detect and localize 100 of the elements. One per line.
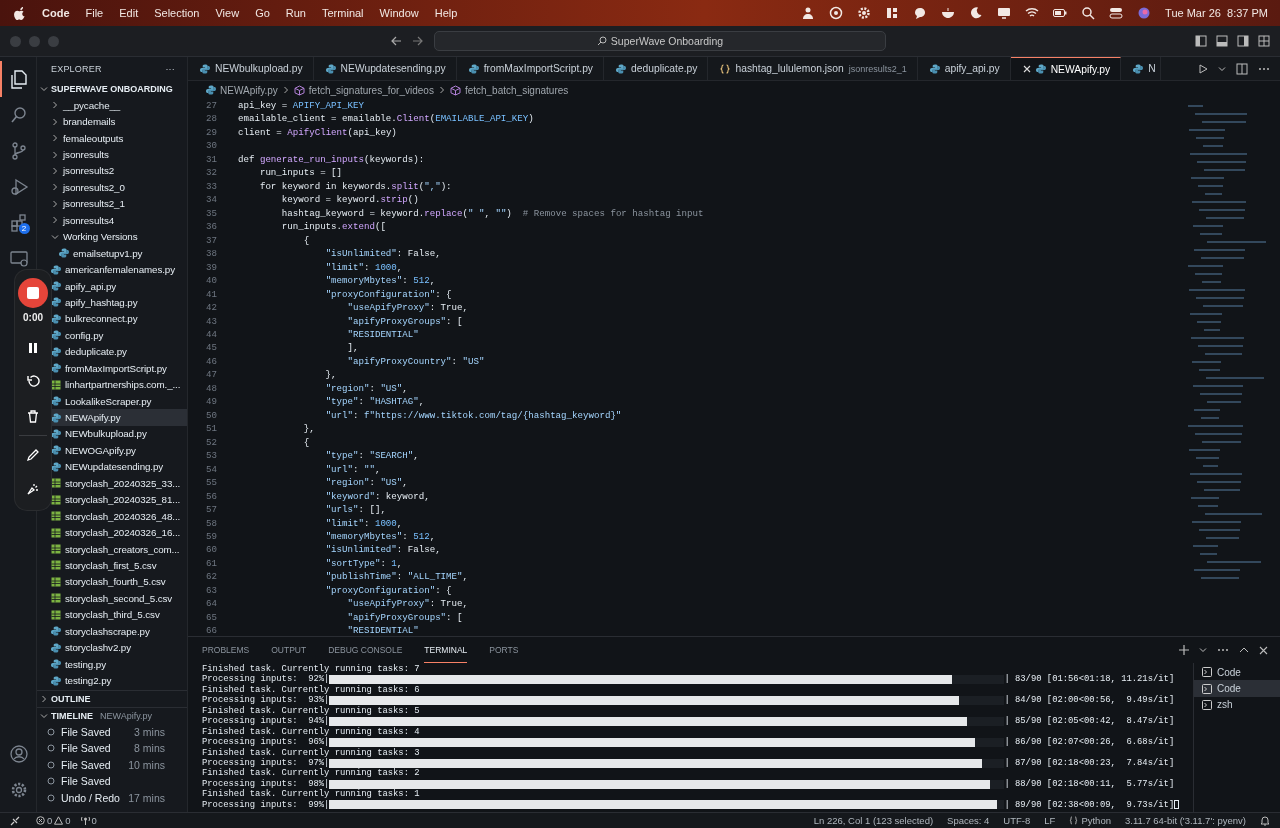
grid-icon[interactable] (885, 6, 900, 20)
chevron-icon[interactable] (51, 166, 59, 175)
search-icon[interactable] (1081, 6, 1096, 20)
chevron-icon[interactable] (51, 216, 59, 225)
status-item[interactable]: Ln 226, Col 1 (123 selected) (813, 815, 934, 826)
breadcrumb-separator-icon[interactable] (281, 86, 290, 94)
status-item[interactable]: 3.11.7 64-bit ('3.11.7': pyenv) (1124, 815, 1246, 826)
stop-recording-button[interactable] (18, 278, 48, 308)
source-control-icon[interactable] (9, 141, 29, 161)
bell-icon[interactable] (1260, 815, 1270, 826)
tree-item[interactable]: brandemails (51, 113, 187, 130)
chevron-icon[interactable] (51, 150, 59, 159)
chevron-icon[interactable] (40, 711, 48, 720)
editor-tab[interactable]: hashtag_lululemon.json jsonresults2_1 (708, 57, 918, 80)
tree-item[interactable]: NEWApify.py (51, 409, 187, 426)
breadcrumb-item[interactable]: fetch_batch_signatures (464, 84, 569, 96)
restart-icon[interactable] (26, 375, 40, 389)
terminal-session[interactable]: zsh (1194, 696, 1280, 714)
back-arrow-icon[interactable] (390, 35, 402, 47)
ports-button[interactable]: 0 (80, 815, 97, 826)
monitor-icon[interactable] (9, 249, 29, 269)
tree-item[interactable]: storyclash_20240326_16... (51, 524, 187, 541)
gear-icon[interactable] (857, 6, 872, 20)
menu-item[interactable]: Terminal (314, 7, 372, 19)
pause-icon[interactable] (27, 342, 39, 354)
close-icon[interactable] (1022, 65, 1031, 73)
tree-item[interactable]: testing.py (51, 655, 187, 673)
tree-item[interactable]: storyclashv2.py (51, 639, 187, 656)
files-icon[interactable] (9, 69, 29, 89)
broadcast-icon[interactable] (829, 6, 844, 20)
tree-item[interactable]: jsonresults2_0 (51, 179, 187, 196)
toggle-icon[interactable] (1109, 6, 1124, 20)
search-icon[interactable] (9, 105, 29, 125)
panel-layout-icon[interactable] (1216, 35, 1228, 47)
tree-item[interactable]: storyclash_20240326_48... (51, 507, 187, 525)
section-title[interactable]: OUTLINE (51, 693, 91, 704)
app-name-menu[interactable]: Code (34, 7, 78, 19)
tree-item[interactable]: storyclash_fourth_5.csv (51, 573, 187, 591)
menu-item[interactable]: Go (247, 7, 278, 19)
menu-item[interactable]: Edit (111, 7, 147, 19)
person-icon[interactable] (801, 6, 816, 20)
tree-item[interactable]: testing2.py (51, 672, 187, 689)
bowl-icon[interactable] (941, 6, 956, 20)
plus-icon[interactable] (1179, 645, 1189, 655)
chevron-icon[interactable] (40, 694, 48, 703)
tree-item[interactable]: storyclash_creators_com... (51, 540, 187, 558)
menu-item[interactable]: Run (277, 7, 314, 19)
terminal-session[interactable]: Code (1194, 680, 1280, 697)
apple-logo-icon[interactable] (14, 6, 26, 20)
tree-item[interactable]: storyclash_20240325_81... (51, 491, 187, 508)
problems-button[interactable]: 0 0 (36, 815, 71, 826)
chevron-icon[interactable] (51, 117, 59, 126)
extensions-icon[interactable] (9, 213, 29, 233)
command-center-search[interactable]: SuperWave Onboarding (434, 31, 886, 51)
editor-tab[interactable]: deduplicate.py (604, 57, 709, 80)
more-actions-button[interactable]: ··· (165, 64, 175, 74)
status-item[interactable]: LF (1044, 815, 1056, 826)
split-editor-icon[interactable] (1236, 62, 1248, 75)
timeline-entry[interactable]: Undo / Redo (61, 791, 123, 804)
run-icon[interactable] (1198, 63, 1208, 74)
customize-layout-icon[interactable] (1258, 35, 1270, 47)
status-item[interactable]: Spaces: 4 (947, 815, 990, 826)
menu-item[interactable]: Window (371, 7, 427, 19)
status-item[interactable]: UTF-8 (1003, 815, 1031, 826)
timeline-entry[interactable]: File Saved (61, 742, 129, 755)
tree-item[interactable]: jsonresults (51, 146, 187, 163)
tree-item[interactable]: storyclash_first_5.csv (51, 557, 187, 574)
tree-item[interactable]: storyclash_third_5.csv (51, 606, 187, 623)
tree-item[interactable]: femaleoutputs (51, 129, 187, 147)
display-icon[interactable] (997, 6, 1012, 20)
forward-arrow-icon[interactable] (412, 35, 424, 47)
timeline-entry[interactable]: File Saved (61, 775, 187, 788)
chevron-icon[interactable] (51, 199, 59, 208)
menu-item[interactable]: File (77, 7, 112, 19)
clock-text[interactable]: Tue Mar 26 8:37 PM (1165, 7, 1268, 19)
editor-tab[interactable]: fromMaxImportScript.py (456, 57, 604, 80)
editor-tab[interactable]: NEWApify.py (1010, 57, 1122, 80)
tree-item[interactable]: jsonresults2 (51, 162, 187, 180)
chevron-icon[interactable] (51, 232, 59, 241)
editor-tab[interactable]: NEWupdatesending.py (313, 57, 457, 80)
moon-icon[interactable] (969, 6, 984, 20)
split-layout-icon[interactable] (1237, 35, 1249, 47)
menu-item[interactable]: Selection (146, 7, 208, 19)
timeline-entry[interactable]: File Saved (61, 758, 123, 771)
breadcrumb-item[interactable]: fetch_signatures_for_videos (308, 84, 434, 96)
editor-tab[interactable]: NEWbulkupload.py (188, 57, 314, 80)
section-title[interactable]: TIMELINE (51, 710, 93, 721)
chevron-icon[interactable] (51, 134, 59, 143)
panel-tab[interactable]: OUTPUT (271, 637, 307, 663)
chevron-up-icon[interactable] (1239, 645, 1249, 655)
colorful-orb-icon[interactable] (1137, 6, 1152, 20)
menu-item[interactable]: View (207, 7, 248, 19)
panel-tab[interactable]: PORTS (489, 637, 519, 663)
tree-item[interactable]: emailsetupv1.py (59, 244, 187, 262)
sparkle-icon[interactable] (26, 482, 40, 496)
panel-tab[interactable]: TERMINAL (424, 637, 468, 663)
tree-item[interactable]: storyclash_second_5.csv (51, 590, 187, 607)
editor-tab[interactable]: apify_api.py (917, 57, 1011, 80)
editor-tab[interactable]: N (1121, 57, 1161, 80)
tree-item[interactable]: jsonresults2_1 (51, 195, 187, 213)
